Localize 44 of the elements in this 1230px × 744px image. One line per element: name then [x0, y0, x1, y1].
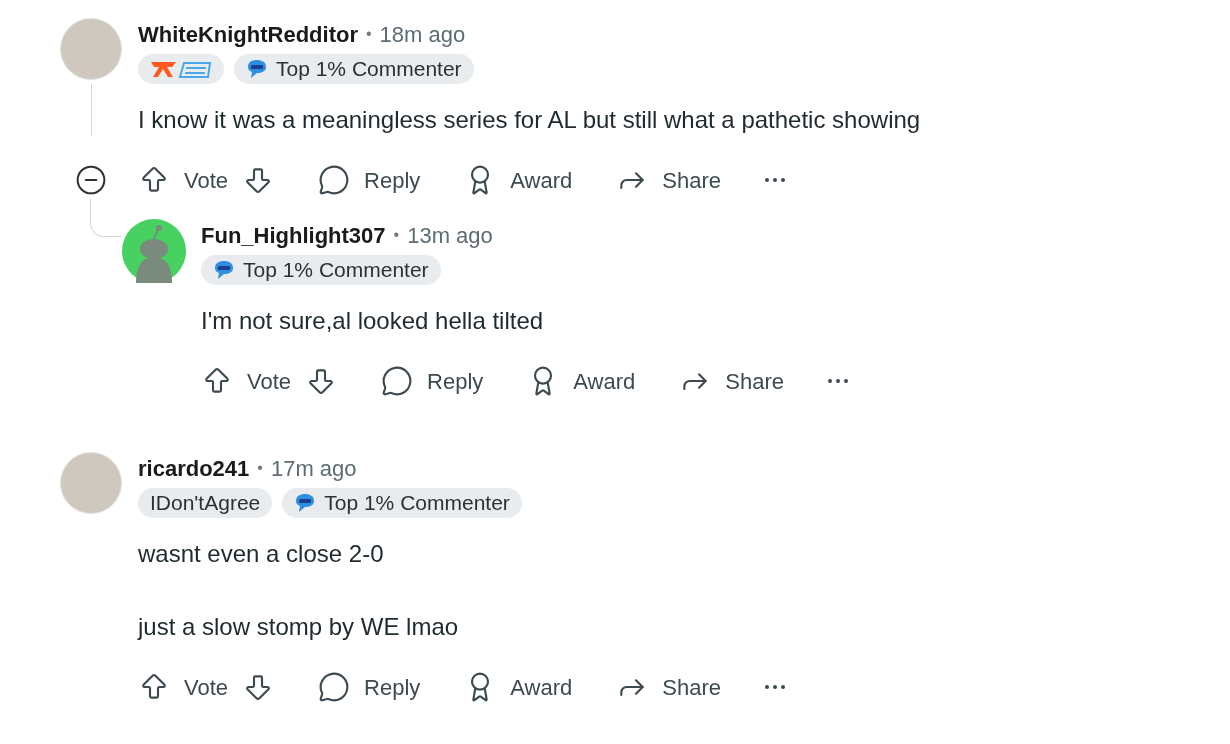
- collapse-icon: [75, 164, 107, 196]
- username[interactable]: WhiteKnightRedditor: [138, 17, 358, 51]
- vote-label: Vote: [184, 166, 229, 195]
- speech-bubble-icon: [318, 671, 351, 703]
- award-button[interactable]: Award: [464, 160, 573, 200]
- logo-icon: [150, 59, 212, 79]
- comment-text: I know it was a meaningless series for AL but still what a pathetic showing: [138, 105, 922, 135]
- speech-bubble-icon: [381, 365, 414, 397]
- share-button[interactable]: Share: [679, 361, 784, 401]
- flair-text: Top 1% Commenter: [243, 257, 429, 284]
- collapse-button[interactable]: [75, 164, 107, 196]
- thread-connector-line: [90, 199, 122, 237]
- ellipsis-icon: [828, 379, 848, 383]
- reply-button[interactable]: Reply: [381, 361, 484, 401]
- share-button[interactable]: Share: [616, 160, 721, 200]
- share-button[interactable]: Share: [616, 667, 721, 707]
- award-button[interactable]: Award: [527, 361, 636, 401]
- avatar-icon: [122, 219, 186, 283]
- chat-bubble-icon: [213, 260, 235, 280]
- thread-line: [90, 84, 92, 136]
- separator-dot: •: [365, 24, 372, 44]
- separator-dot: •: [393, 225, 400, 245]
- timestamp: 18m ago: [379, 20, 466, 49]
- ellipsis-icon: [765, 178, 785, 182]
- flair-text: Top 1% Commenter: [276, 56, 462, 83]
- flair-text: IDon'tAgree: [138, 488, 273, 518]
- username[interactable]: ricardo241: [138, 451, 250, 485]
- award-button[interactable]: Award: [464, 667, 573, 707]
- vote-label: Vote: [247, 367, 292, 396]
- timestamp: 17m ago: [270, 454, 357, 483]
- timestamp: 13m ago: [407, 221, 493, 250]
- chat-bubble-icon: [246, 59, 268, 79]
- reply-button[interactable]: Reply: [318, 160, 421, 200]
- comment-text: I'm not sure,al looked hella tilted: [201, 306, 545, 336]
- reply-button[interactable]: Reply: [318, 667, 421, 707]
- vote-label: Vote: [184, 673, 229, 702]
- username[interactable]: Fun_Highlight307: [201, 218, 386, 252]
- comment-text: wasnt even a close 2-0: [138, 539, 385, 569]
- ellipsis-icon: [765, 685, 785, 689]
- chat-bubble-icon: [294, 493, 317, 513]
- flair-text: Top 1% Commenter: [324, 490, 510, 517]
- comment-text: just a slow stomp by WE lmao: [138, 612, 460, 642]
- speech-bubble-icon: [318, 164, 351, 196]
- separator-dot: •: [257, 458, 263, 478]
